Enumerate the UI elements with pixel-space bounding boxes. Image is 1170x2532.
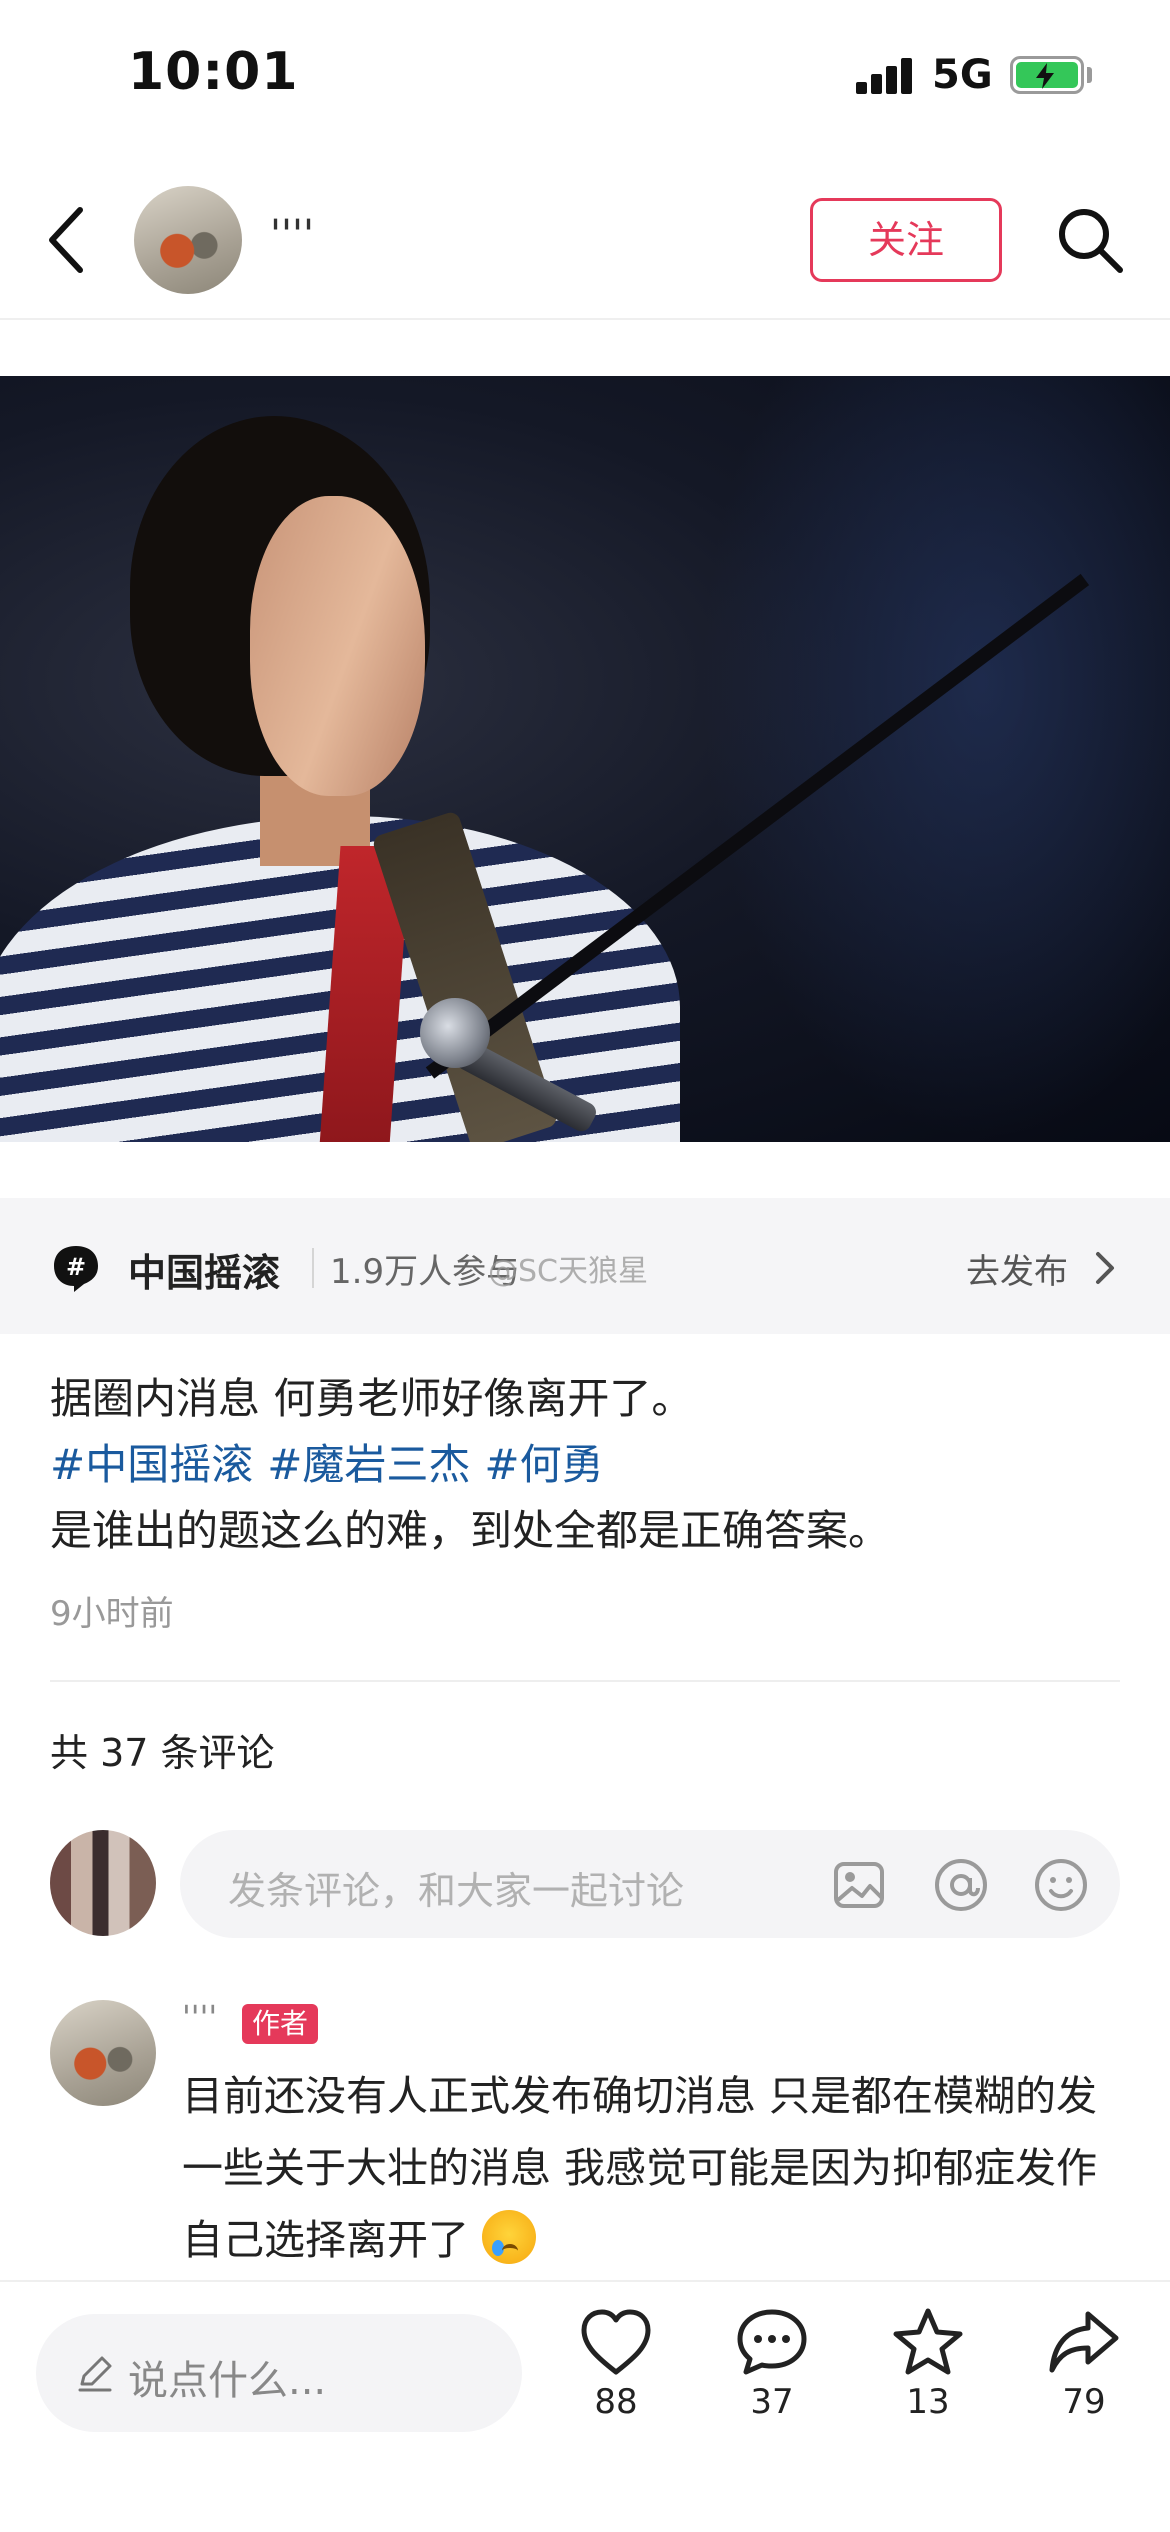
header: '''' 关注 — [0, 160, 1170, 320]
comment-input-placeholder: 发条评论，和大家一起讨论 — [228, 1869, 685, 1913]
post-line-3: 是谁出的题这么的难，到处全都是正确答案。 — [50, 1506, 891, 1555]
comment-text: 目前还没有人正式发布确切消息 只是都在模糊的发一些关于大壮的消息 我感觉可能是因… — [182, 2060, 1122, 2276]
author-name[interactable]: '''' — [270, 212, 314, 258]
say-something-placeholder: 说点什么... — [128, 2358, 327, 2404]
comment-body: 目前还没有人正式发布确切消息 只是都在模糊的发一些关于大壮的消息 我感觉可能是因… — [182, 2072, 1098, 2264]
comment-count: 共 37 条评论 — [50, 1731, 275, 1775]
microphone — [420, 998, 490, 1068]
post-body: 据圈内消息 何勇老师好像离开了。 #中国摇滚 #魔岩三杰 #何勇 是谁出的题这么的难… — [50, 1366, 1120, 1564]
image-icon[interactable] — [832, 1858, 886, 1912]
signal-icon — [856, 58, 914, 94]
search-button[interactable] — [1052, 202, 1128, 278]
post-timestamp: 9小时前 — [50, 1594, 174, 1634]
say-something-input[interactable]: 说点什么... — [36, 2314, 522, 2432]
battery-tip — [1087, 67, 1092, 83]
chevron-left-icon — [49, 207, 83, 273]
share-count: 79 — [1062, 2382, 1106, 2422]
topic-hash-icon: # — [50, 1242, 102, 1294]
battery-icon — [1010, 56, 1084, 94]
hashtag-link[interactable]: #中国摇滚 — [50, 1440, 253, 1489]
hashtag-link[interactable]: #何勇 — [484, 1440, 603, 1489]
star-icon — [893, 2308, 963, 2375]
user-avatar[interactable] — [50, 1830, 156, 1936]
heart-icon — [581, 2309, 651, 2375]
emoji-icon[interactable] — [1032, 1856, 1090, 1914]
go-publish-link[interactable]: 去发布 — [966, 1244, 1068, 1293]
back-button[interactable] — [40, 202, 100, 278]
topic-separator — [312, 1248, 314, 1288]
like-button[interactable]: 88 — [556, 2306, 676, 2422]
divider — [50, 1680, 1120, 1682]
svg-text:#: # — [66, 1253, 86, 1281]
comment-count-number: 37 — [750, 2382, 794, 2422]
comment-author-name[interactable]: '''' — [182, 1998, 217, 2036]
performer-face — [250, 496, 425, 796]
video-player[interactable] — [0, 376, 1170, 1142]
comment-button[interactable]: 37 — [712, 2306, 832, 2422]
status-bar: 10:01 5G — [0, 0, 1170, 150]
network-label: 5G — [932, 52, 993, 98]
comment-input[interactable]: 发条评论，和大家一起讨论 — [180, 1830, 1120, 1938]
search-icon — [1059, 209, 1123, 273]
pencil-icon — [74, 2352, 116, 2394]
chevron-right-icon — [1092, 1248, 1118, 1288]
share-button[interactable]: 79 — [1024, 2306, 1144, 2422]
author-avatar[interactable] — [134, 186, 242, 294]
post-hashtags: #中国摇滚 #魔岩三杰 #何勇 — [50, 1432, 1120, 1498]
author-badge: 作者 — [242, 2004, 319, 2044]
status-time: 10:01 — [128, 42, 299, 102]
comment-bubble-icon — [737, 2309, 807, 2375]
share-arrow-icon — [1049, 2311, 1119, 2373]
topic-name[interactable]: 中国摇滚 — [128, 1242, 280, 1297]
like-count: 88 — [594, 2382, 638, 2422]
mention-icon[interactable] — [932, 1856, 990, 1914]
topic-bar[interactable]: # 中国摇滚 1.9万人参与 @SC天狼星 去发布 — [0, 1198, 1170, 1334]
post-line-1: 据圈内消息 何勇老师好像离开了。 — [50, 1374, 694, 1423]
follow-button[interactable]: 关注 — [810, 198, 1002, 282]
favorite-count: 13 — [906, 2382, 950, 2422]
comment-author-avatar[interactable] — [50, 2000, 156, 2106]
hashtag-link[interactable]: #魔岩三杰 — [267, 1440, 470, 1489]
bottom-action-bar: 说点什么... 88 37 13 79 — [0, 2280, 1170, 2532]
watermark-text: @SC天狼星 — [488, 1254, 648, 1289]
favorite-button[interactable]: 13 — [868, 2306, 988, 2422]
crying-emoji-icon — [482, 2210, 537, 2264]
stage-light — [700, 376, 1170, 1142]
